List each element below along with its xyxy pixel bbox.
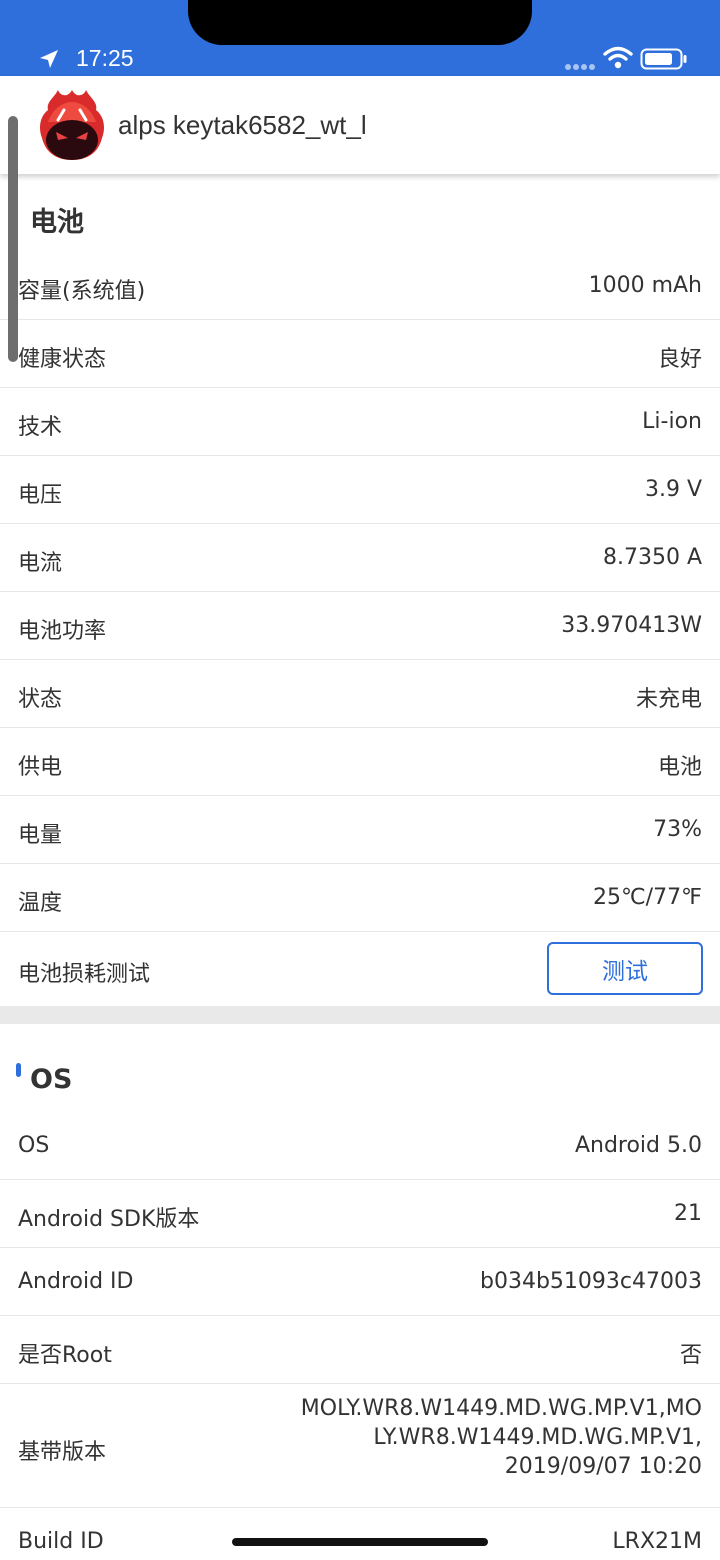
row-label: Build ID xyxy=(18,1529,104,1554)
row-value: 3.9 V xyxy=(644,477,702,502)
content: 电池 容量(系统值) 1000 mAh 健康状态 良好 技术 Li-ion 电压… xyxy=(0,174,720,1560)
battery-title: 电池 xyxy=(30,207,84,238)
row-label: 状态 xyxy=(18,687,63,712)
info-row-root: 是否Root 否 xyxy=(0,1316,720,1384)
row-label: 电池功率 xyxy=(18,619,107,644)
battery-icon xyxy=(640,48,687,70)
info-row-baseband: 基带版本 MOLY.WR8.W1449.MD.WG.MP.V1,MO LY.WR… xyxy=(0,1384,720,1508)
row-label: 基带版本 xyxy=(18,1440,107,1465)
antutu-logo-icon xyxy=(40,90,104,160)
info-row-voltage: 电压 3.9 V xyxy=(0,456,720,524)
baseband-line: LY.WR8.W1449.MD.WG.MP.V1, xyxy=(373,1425,702,1450)
notch xyxy=(188,0,532,45)
row-label: 供电 xyxy=(18,755,63,780)
info-row-level: 电量 73% xyxy=(0,796,720,864)
row-value: LRX21M xyxy=(612,1529,702,1554)
row-value: Android 5.0 xyxy=(574,1133,702,1158)
row-value: 未充电 xyxy=(635,687,702,712)
row-label: 技术 xyxy=(18,415,63,440)
info-row-temperature: 温度 25℃/77℉ xyxy=(0,864,720,932)
info-row-sdk: Android SDK版本 21 xyxy=(0,1180,720,1248)
row-label: 电池损耗测试 xyxy=(18,962,151,987)
info-row-power: 电池功率 33.970413W xyxy=(0,592,720,660)
baseband-line: MOLY.WR8.W1449.MD.WG.MP.V1,MO xyxy=(300,1396,702,1421)
os-section-title: OS xyxy=(0,1024,720,1112)
row-value: b034b51093c47003 xyxy=(480,1269,702,1294)
row-label: 温度 xyxy=(18,891,63,916)
os-title: OS xyxy=(30,1064,73,1095)
scroll-indicator[interactable] xyxy=(8,116,18,362)
row-label: 电压 xyxy=(18,483,63,508)
info-row-health: 健康状态 良好 xyxy=(0,320,720,388)
home-indicator[interactable] xyxy=(232,1538,488,1546)
info-row-current: 电流 8.7350 A xyxy=(0,524,720,592)
row-label: 是否Root xyxy=(18,1343,112,1368)
info-row-capacity: 容量(系统值) 1000 mAh xyxy=(0,252,720,320)
info-row-status: 状态 未充电 xyxy=(0,660,720,728)
row-value: 33.970413W xyxy=(561,613,702,638)
row-value: 25℃/77℉ xyxy=(592,885,702,910)
row-label: 电量 xyxy=(18,823,63,848)
location-arrow-icon xyxy=(40,50,58,68)
status-bar: 17:25 xyxy=(0,0,720,76)
row-value: 8.7350 A xyxy=(602,545,702,570)
row-value: 73% xyxy=(653,817,702,842)
info-row-technology: 技术 Li-ion xyxy=(0,388,720,456)
row-label: OS xyxy=(18,1133,50,1158)
row-label: 电流 xyxy=(18,551,63,576)
wifi-icon xyxy=(603,46,633,69)
row-value: MOLY.WR8.W1449.MD.WG.MP.V1,MO LY.WR8.W14… xyxy=(282,1394,702,1481)
info-row-os: OS Android 5.0 xyxy=(0,1112,720,1180)
row-label: Android ID xyxy=(18,1269,134,1294)
baseband-line: 2019/09/07 10:20 xyxy=(504,1454,702,1479)
row-value: 21 xyxy=(674,1201,702,1226)
signal-dots-icon xyxy=(565,64,595,70)
row-value: 电池 xyxy=(657,755,702,780)
info-row-build-id: Build ID LRX21M xyxy=(0,1508,720,1560)
info-row-power-source: 供电 电池 xyxy=(0,728,720,796)
row-value: 1000 mAh xyxy=(588,273,702,298)
status-time: 17:25 xyxy=(76,45,134,71)
info-row-battery-test: 电池损耗测试 测试 xyxy=(0,932,720,1006)
row-value: 良好 xyxy=(657,347,702,372)
device-name: alps keytak6582_wt_l xyxy=(118,110,367,140)
info-row-android-id: Android ID b034b51093c47003 xyxy=(0,1248,720,1316)
battery-test-button[interactable]: 测试 xyxy=(547,942,703,995)
app-header: alps keytak6582_wt_l xyxy=(0,76,720,174)
row-label: Android SDK版本 xyxy=(18,1207,200,1232)
battery-section-title: 电池 xyxy=(0,174,720,252)
row-label: 容量(系统值) xyxy=(18,279,146,304)
row-label: 健康状态 xyxy=(18,347,107,372)
section-bullet-icon xyxy=(16,1063,21,1077)
row-value: Li-ion xyxy=(642,409,702,434)
row-value: 否 xyxy=(679,1343,702,1368)
section-divider xyxy=(0,1006,720,1024)
